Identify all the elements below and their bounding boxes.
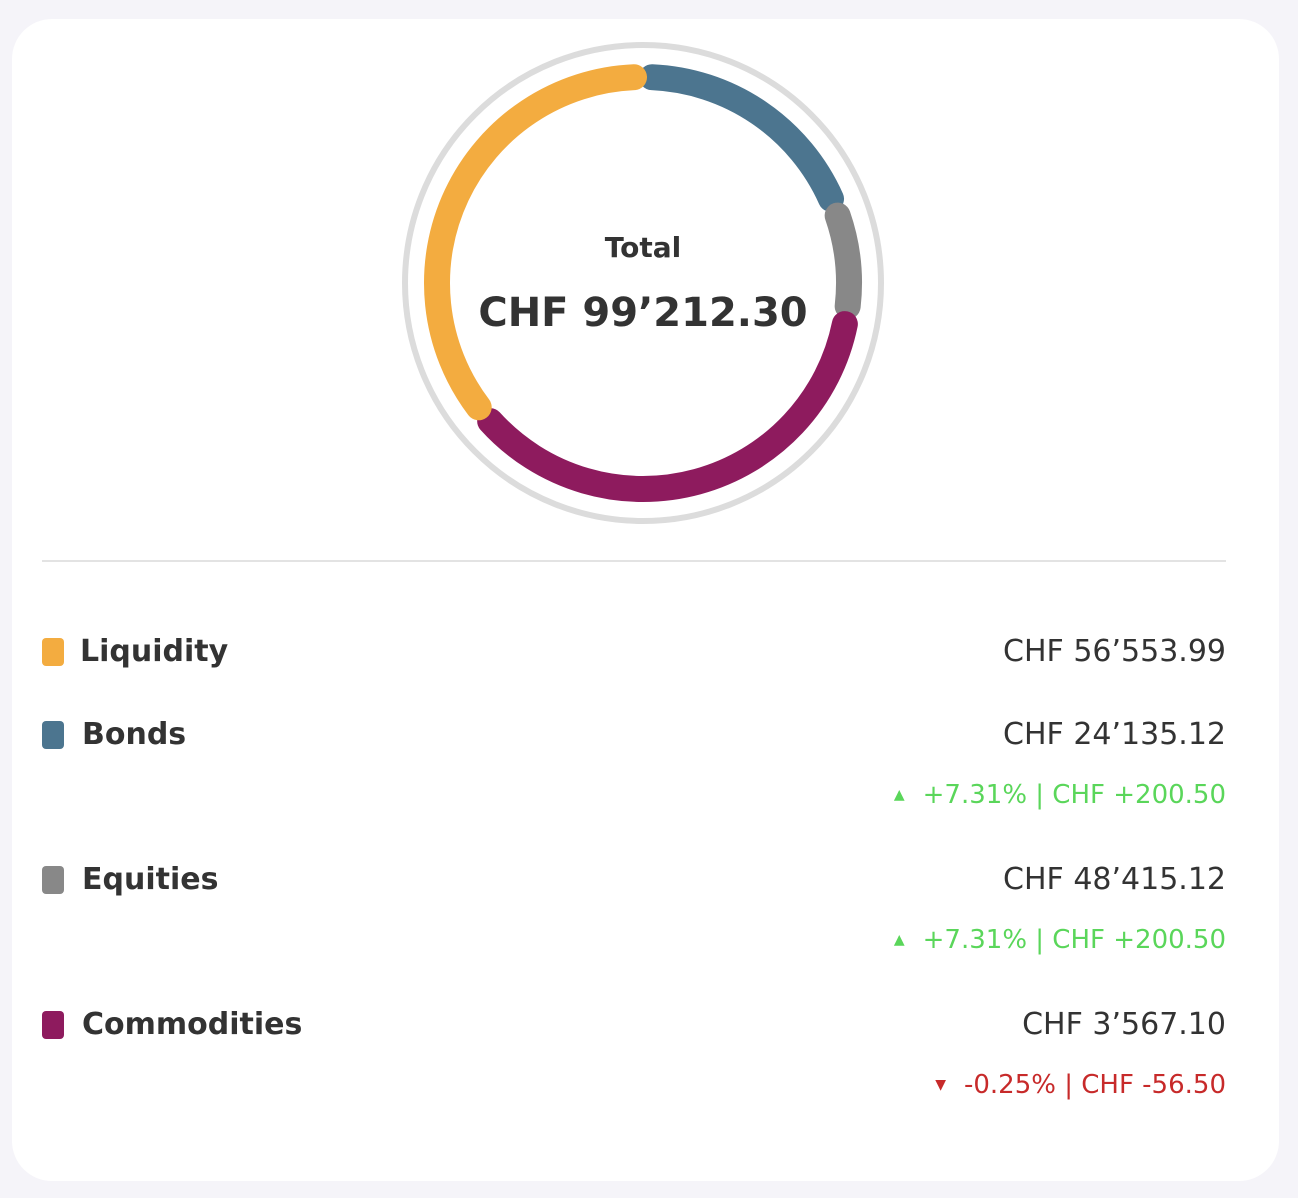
legend-row-liquidity[interactable]: Liquidity CHF 56’553.99 [42,630,1226,674]
category-name: Bonds [82,717,187,752]
category-value: CHF 24’135.12 [1003,717,1226,752]
category-value: CHF 48’415.12 [1003,862,1226,897]
equities-swatch [42,866,64,894]
arrow-down-icon: ▼ [935,1077,946,1093]
allocation-donut-chart [402,42,884,524]
donut-segment-commodities[interactable] [477,311,858,502]
category-name: Liquidity [80,634,229,669]
category-name: Equities [82,862,219,897]
commodities-swatch [42,1011,64,1039]
arrow-up-icon: ▲ [893,932,905,948]
liquidity-swatch [42,638,64,666]
category-name: Commodities [82,1007,303,1042]
change-badge: ▲ +7.31% | CHF +200.50 [894,775,1226,815]
change-text: +7.31% | CHF +200.50 [922,780,1226,810]
legend-row-bonds[interactable]: Bonds CHF 24’135.12 ▲ +7.31% | CHF +200.5… [42,713,1226,810]
donut-track [402,42,884,524]
arrow-up-icon: ▲ [893,787,905,803]
change-badge: ▲ +7.31% | CHF +200.50 [894,920,1226,960]
bonds-swatch [42,721,64,749]
change-text: -0.25% | CHF -56.50 [963,1070,1226,1100]
category-value: CHF 3’567.10 [1022,1007,1226,1042]
donut-segment-bonds[interactable] [638,64,845,212]
legend-row-commodities[interactable]: Commodities CHF 3’567.10 ▼ -0.25% | CHF -… [42,1003,1226,1100]
donut-segment-equities[interactable] [824,202,862,320]
change-text: +7.31% | CHF +200.50 [922,925,1226,955]
category-value: CHF 56’553.99 [1003,634,1226,669]
legend-row-equities[interactable]: Equities CHF 48’415.12 ▲ +7.31% | CHF +20… [42,858,1226,955]
divider [42,560,1226,562]
change-badge: ▼ -0.25% | CHF -56.50 [935,1065,1226,1105]
